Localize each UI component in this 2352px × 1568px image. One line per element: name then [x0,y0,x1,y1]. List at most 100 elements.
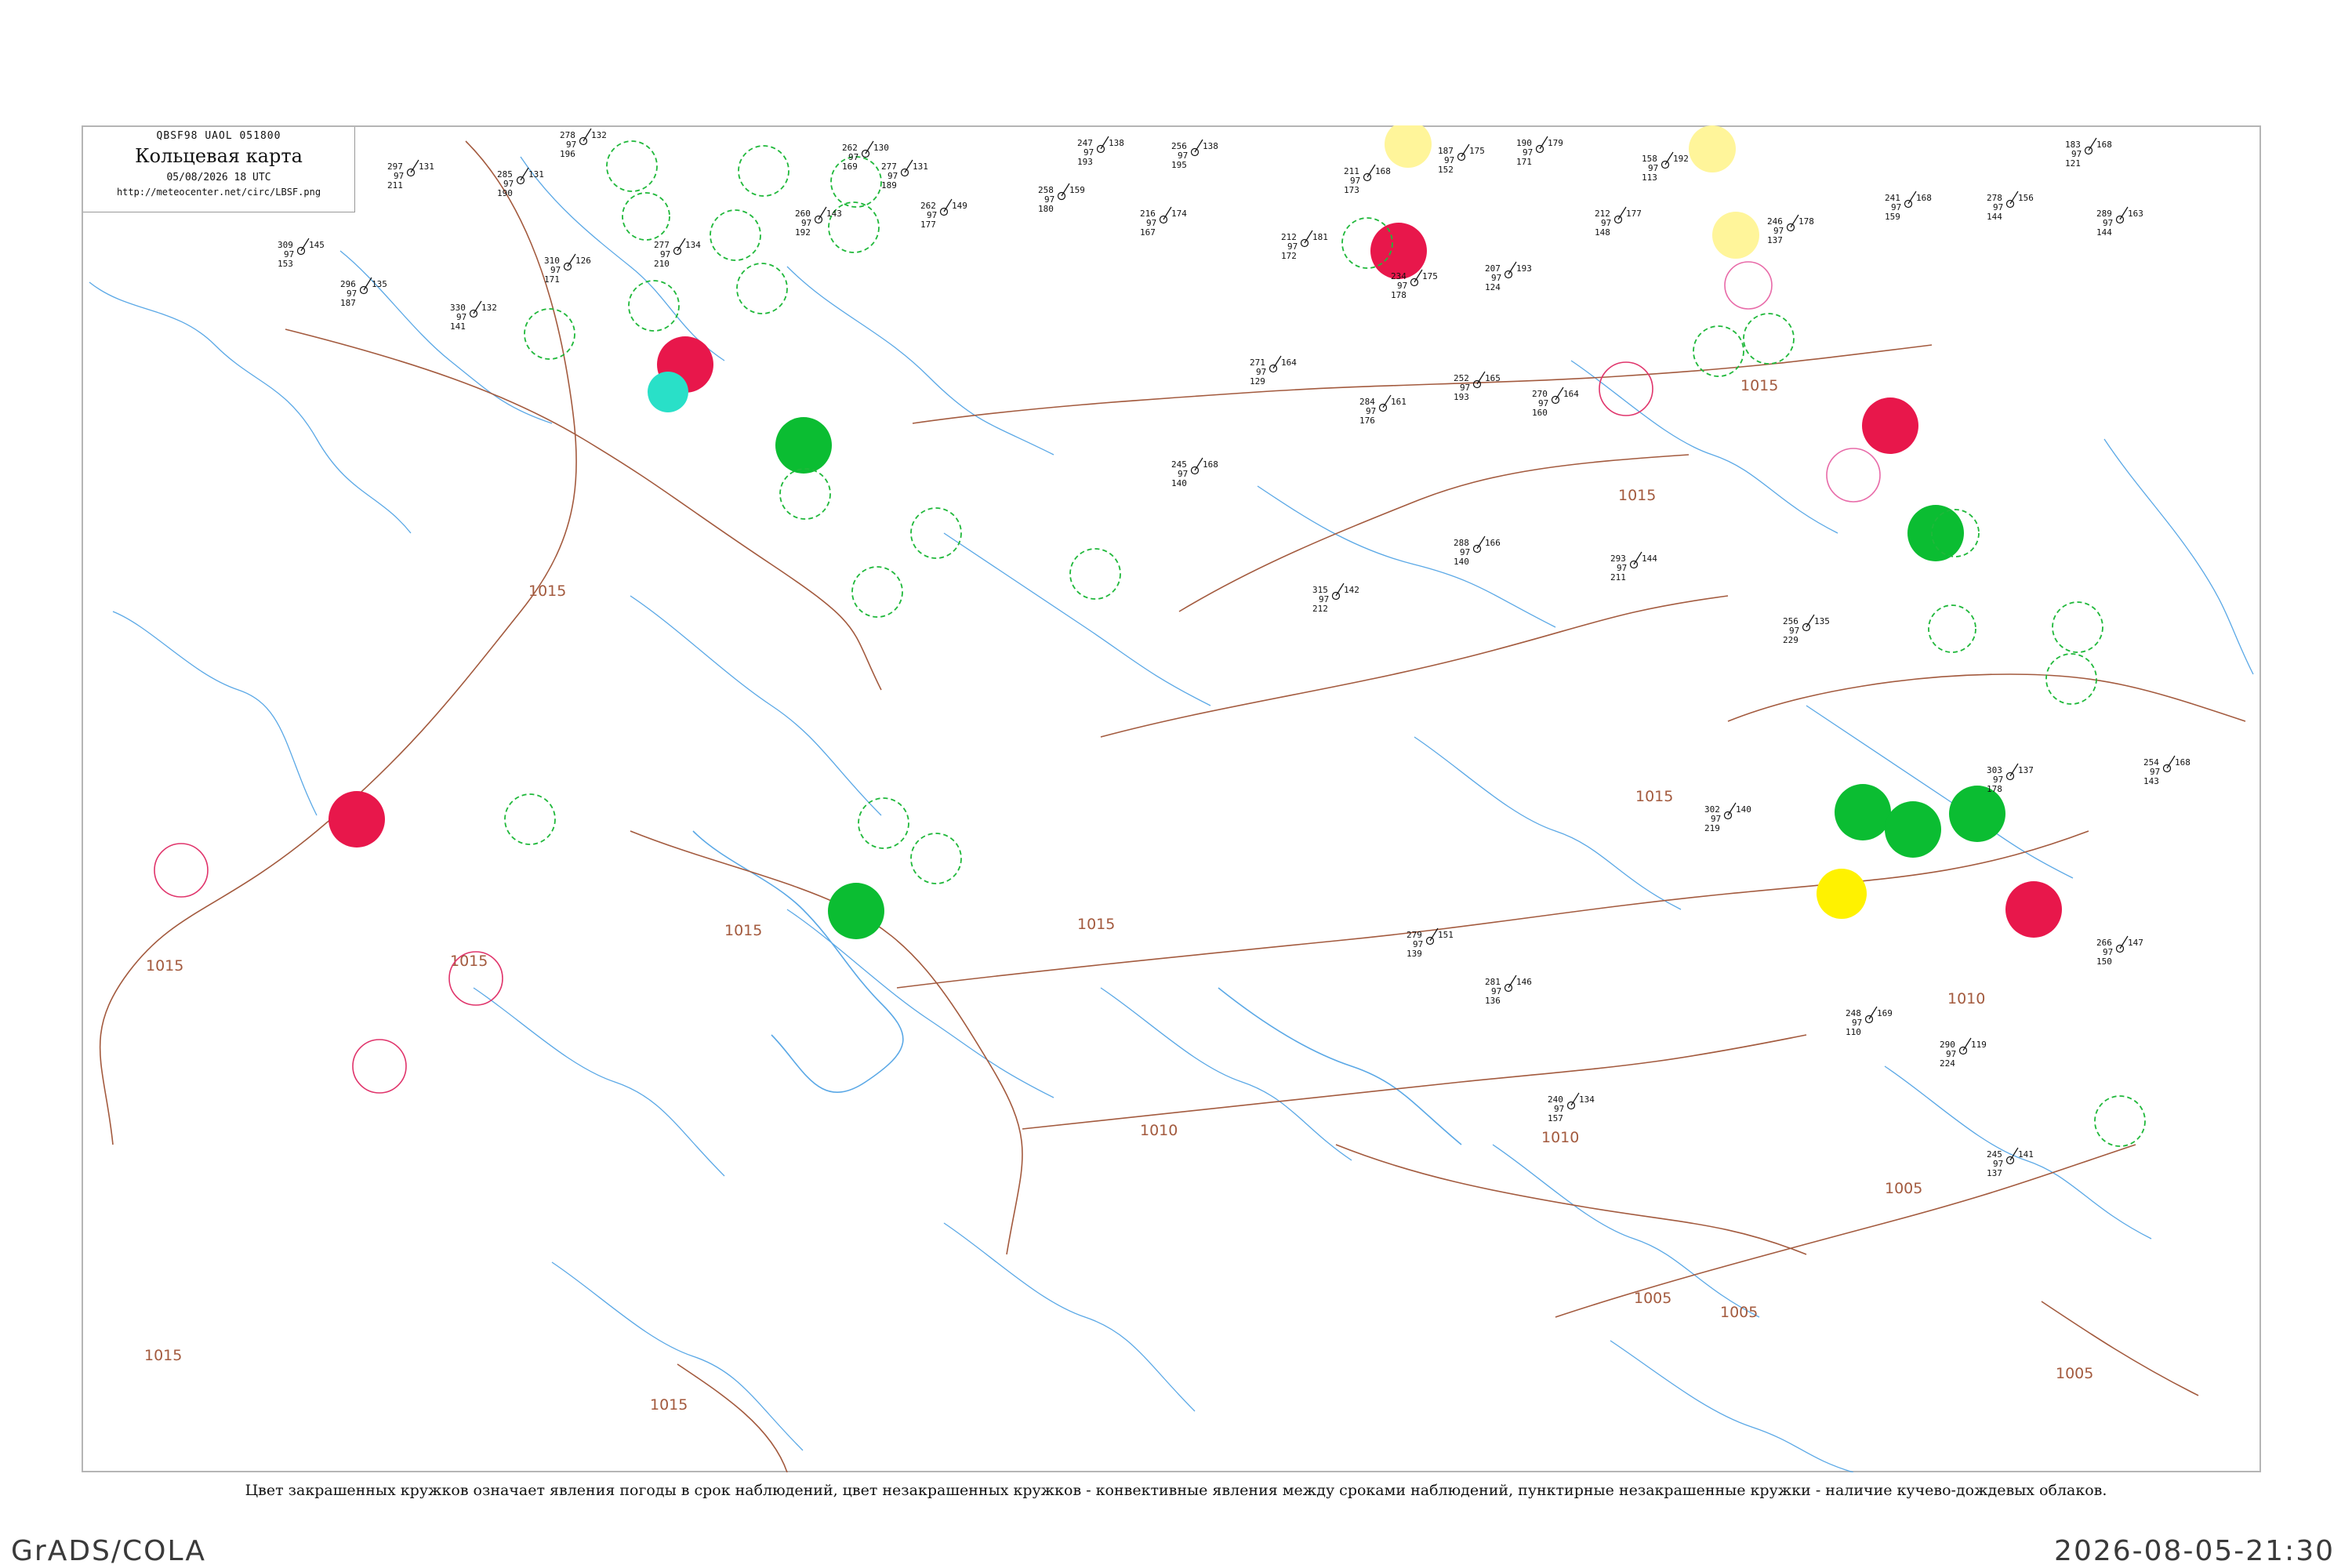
station-plot[interactable]: 29697187135 [340,277,387,308]
station-plot[interactable]: 24597137141 [1987,1147,2034,1178]
wind-barb-icon [1806,614,1815,628]
station-plot[interactable]: 28197136146 [1485,975,1532,1006]
station-plot[interactable]: 28897140166 [1454,535,1501,567]
wind-barb-icon [1555,387,1564,401]
station-dewpoint: 136 [1485,996,1501,1006]
station-plot[interactable]: 24697137178 [1767,214,1814,245]
source-url[interactable]: http://meteocenter.net/circ/LBSF.png [83,187,354,198]
station-plot[interactable]: 24197159168 [1885,191,1932,222]
station-plot[interactable]: 33097141132 [450,300,497,332]
station-plot[interactable]: 25497143168 [2143,755,2190,786]
station-plot[interactable]: 29397211144 [1610,551,1657,583]
open-circles [154,140,2146,1147]
station-plot[interactable]: 25297193165 [1454,371,1501,402]
station-dewpoint: 150 [2096,956,2112,967]
filled-circle-pale-yellow [1385,125,1432,168]
wind-barb-icon [1962,1037,1972,1051]
dashed-circle-green [2094,1095,2146,1147]
wind-barb-icon [1617,206,1627,220]
station-plot[interactable]: 21297148177 [1595,206,1642,238]
station-plot[interactable]: 30297219140 [1704,802,1751,833]
station-plot[interactable]: 28597190131 [497,167,544,198]
station-plot[interactable]: 18397121168 [2065,137,2112,169]
open-circle-red [352,1039,407,1094]
station-dewpoint: 160 [1532,408,1548,418]
river [1492,1144,1760,1318]
station-plot[interactable]: 24797193138 [1077,136,1124,167]
wind-barb-icon [1335,583,1345,597]
station-plot[interactable]: 21297172181 [1281,230,1328,261]
station-pressure: 151 [1438,930,1454,940]
station-plot[interactable]: 26097192143 [795,206,842,238]
dashed-circle-green [910,507,962,559]
isobar-label: 1015 [146,957,183,975]
isobar-label: 1010 [1541,1129,1579,1146]
wind-barb-icon [1907,191,1917,205]
river [551,1261,804,1451]
station-plot[interactable]: 20797124193 [1485,261,1532,292]
river [786,266,1054,456]
station-dewpoint: 139 [1406,949,1422,959]
station-plot[interactable]: 31097171126 [544,253,591,285]
isobar-label: 1005 [1885,1180,1922,1197]
station-plot[interactable]: 31597212142 [1312,583,1359,614]
station-pressure: 138 [1109,138,1124,148]
station-plot[interactable]: 24897110169 [1846,1006,1893,1037]
weather-map[interactable]: 1015 1015 1015 1015 1015 1015 1015 1015 … [82,125,2261,1472]
station-plot[interactable]: 28497176161 [1359,394,1406,426]
station-plot[interactable]: 27197129164 [1250,355,1297,387]
station-plot[interactable]: 25697195138 [1171,139,1218,170]
wind-barb-icon [2088,137,2097,151]
map-datetime: 05/08/2026 18 UTC [166,172,271,183]
station-pressure: 131 [419,162,434,172]
station-plot[interactable]: 28997144163 [2096,206,2143,238]
station-plot[interactable]: 30997153145 [278,238,325,269]
wind-barb-icon [520,167,529,181]
station-dewpoint: 210 [654,259,670,269]
isobar-line [912,344,1933,424]
station-plot[interactable]: 30397178137 [1987,763,2034,794]
wind-barb-icon [410,159,419,173]
station-plot[interactable]: 21197173168 [1344,164,1391,195]
station-pressure: 144 [1642,554,1657,564]
station-pressure: 147 [2128,938,2143,948]
map-title-box: QBSF98 UAOL 051800 Кольцевая карта 05/08… [83,127,355,212]
station-plot[interactable]: 26297177149 [920,198,967,230]
station-dewpoint: 187 [340,298,356,308]
station-plot[interactable]: 24597140168 [1171,457,1218,488]
stations-layer: 2729715913329797211131285971901312789719… [160,128,2190,1178]
station-pressure: 168 [2175,757,2190,768]
station-plot[interactable]: 15897113192 [1642,151,1689,183]
station-plot[interactable]: 27897144156 [1987,191,2034,222]
station-plot[interactable]: 27897196132 [560,128,607,159]
station-plot[interactable]: 29097224119 [1940,1037,1987,1069]
isobar-label: 1015 [528,583,566,600]
station-plot[interactable]: 18797152175 [1438,143,1485,175]
station-plot[interactable]: 25697229135 [1783,614,1830,645]
station-plot[interactable]: 29797211131 [387,159,434,191]
station-dewpoint: 219 [1704,823,1720,833]
filled-circle-cyan [648,372,688,412]
station-pressure: 192 [1673,154,1689,164]
station-pressure: 179 [1548,138,1563,148]
station-plot[interactable]: 27097160164 [1532,387,1579,418]
station-plot[interactable]: 24097157134 [1548,1092,1595,1123]
station-dewpoint: 178 [1987,784,2002,794]
wind-barb-icon [1476,535,1486,550]
station-plot[interactable]: 27797210134 [654,238,701,269]
station-plot[interactable]: 27997139151 [1406,927,1454,959]
dashed-circle-green [1743,313,1795,365]
station-plot[interactable]: 25897180159 [1038,183,1085,214]
wind-barb-icon [1194,457,1203,471]
isobar-label: 1015 [1740,377,1778,394]
station-pressure: 168 [1375,166,1391,176]
station-plot[interactable]: 26697150147 [2096,935,2143,967]
station-plot[interactable]: 27797189131 [881,159,928,191]
river [1257,485,1556,628]
station-plot[interactable]: 19097171179 [1516,136,1563,167]
station-plot[interactable]: 21697167174 [1140,206,1187,238]
river [89,281,412,534]
wind-barb-icon [2166,755,2176,769]
station-dewpoint: 193 [1454,392,1469,402]
wind-barb-icon [677,238,686,252]
